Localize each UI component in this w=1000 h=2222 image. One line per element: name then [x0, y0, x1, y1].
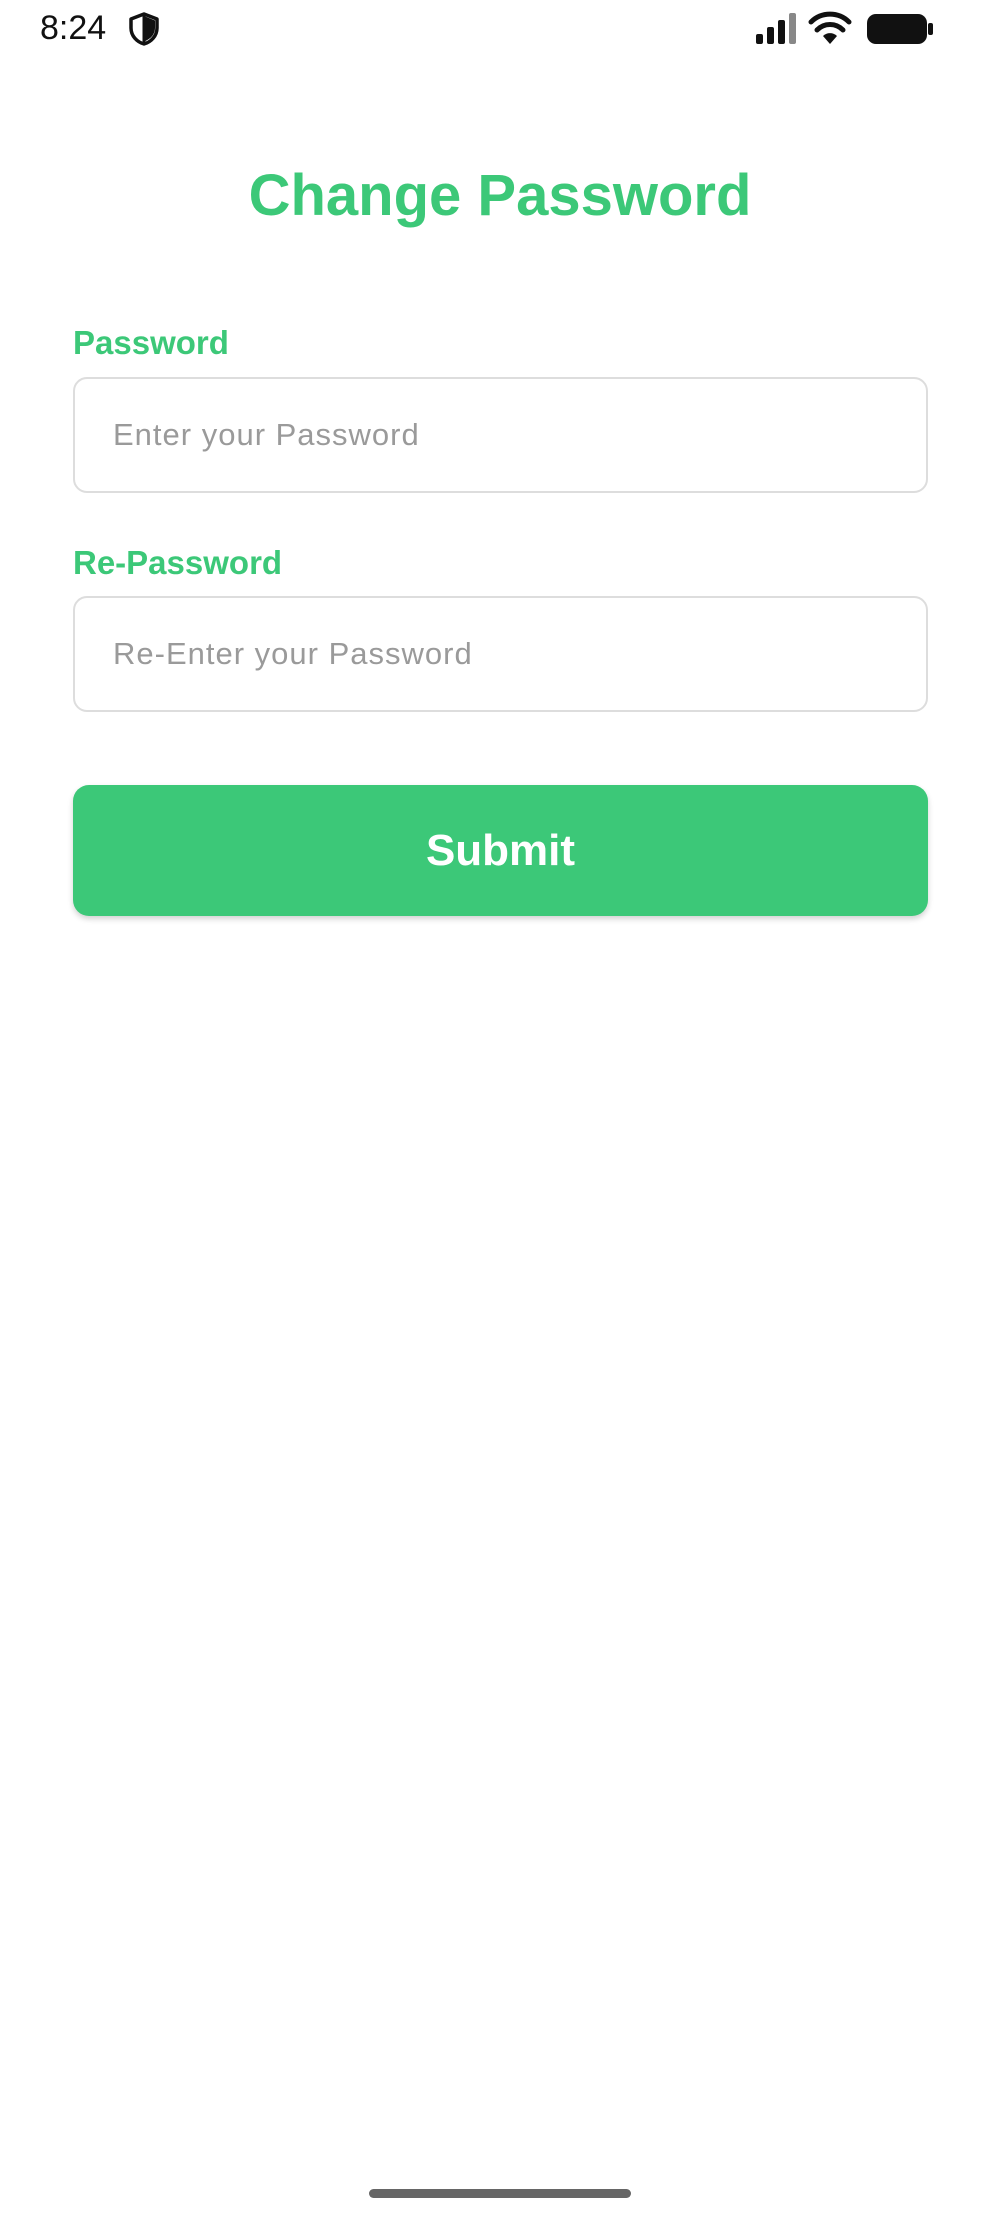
shield-icon [129, 12, 159, 46]
submit-button[interactable]: Submit [73, 785, 928, 916]
repassword-label: Re-Password [73, 544, 283, 581]
wifi-icon [808, 11, 852, 44]
repassword-input[interactable] [73, 596, 928, 712]
password-label: Password [73, 324, 229, 361]
battery-icon [867, 14, 933, 44]
password-input[interactable] [73, 377, 928, 493]
page-title: Change Password [248, 163, 752, 228]
status-bar: 8:24 [0, 0, 1000, 60]
home-indicator[interactable] [369, 2189, 631, 2198]
signal-icon [756, 13, 796, 44]
status-time: 8:24 [40, 9, 107, 47]
